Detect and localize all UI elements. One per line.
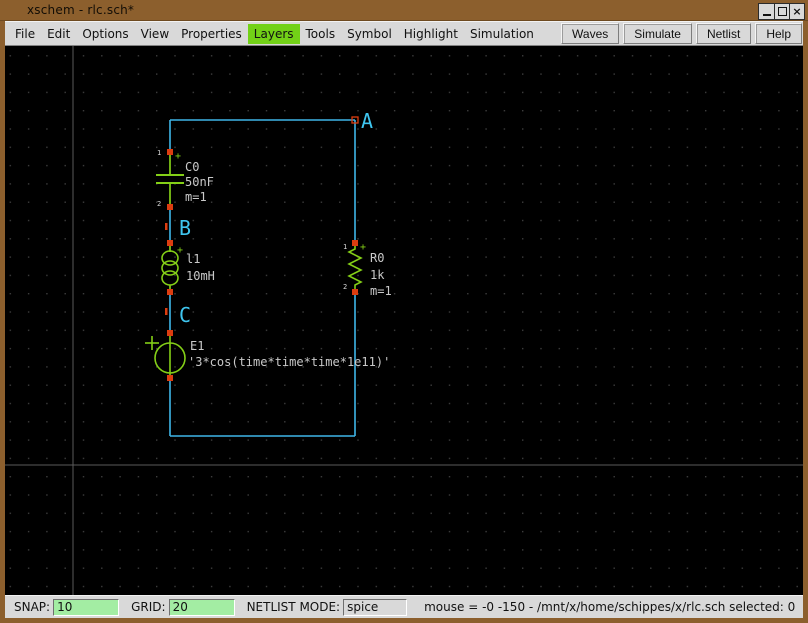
- capacitor-pin1-number: 1: [157, 149, 161, 157]
- menu-simulation[interactable]: Simulation: [464, 24, 540, 44]
- maximize-icon: [777, 7, 787, 16]
- inductor-pin2-marker: [167, 289, 173, 295]
- waves-button[interactable]: Waves: [561, 23, 620, 44]
- grid-dots: [5, 46, 803, 595]
- grid-label: GRID:: [131, 600, 166, 614]
- menu-highlight[interactable]: Highlight: [398, 24, 464, 44]
- capacitor-mult-label: m=1: [185, 190, 207, 204]
- resistor-pin1-marker: [352, 240, 358, 246]
- maximize-button[interactable]: [774, 4, 789, 19]
- minimize-icon: [762, 8, 771, 16]
- node-label-b[interactable]: B: [179, 216, 191, 240]
- menu-edit[interactable]: Edit: [41, 24, 76, 44]
- menu-view[interactable]: View: [135, 24, 175, 44]
- capacitor-pin1-marker: [167, 149, 173, 155]
- mouse-status-text: mouse = -0 -150 - /mnt/x/home/schippes/x…: [424, 600, 796, 614]
- capacitor-pin2-number: 2: [157, 200, 161, 208]
- inductor-plus-sign: +: [177, 245, 183, 256]
- source-pin1-marker: [167, 330, 173, 336]
- simulate-button[interactable]: Simulate: [623, 23, 692, 44]
- source-value-label: '3*cos(time*time*time*1e11)': [188, 355, 390, 369]
- node-c-attach-marker: [165, 308, 168, 315]
- node-label-c[interactable]: C: [179, 303, 191, 327]
- snap-label: SNAP:: [14, 600, 51, 614]
- resistor-plus-sign: +: [360, 242, 366, 253]
- titlebar[interactable]: xschem - rlc.sch* ×: [0, 0, 808, 21]
- close-button[interactable]: ×: [789, 4, 804, 19]
- capacitor-plus-sign: +: [175, 151, 181, 162]
- menu-items: File Edit Options View Properties Layers…: [5, 23, 540, 44]
- minimize-button[interactable]: [759, 4, 774, 19]
- resistor-mult-label: m=1: [370, 284, 392, 298]
- schematic-canvas[interactable]: 1 2 + C0 50nF m=1 B + l1 10mH C E1 '3*co…: [5, 46, 803, 595]
- window-title: xschem - rlc.sch*: [27, 3, 135, 17]
- capacitor-name-label: C0: [185, 160, 199, 174]
- menu-layers[interactable]: Layers: [247, 23, 300, 44]
- menu-file[interactable]: File: [9, 24, 41, 44]
- node-label-a[interactable]: A: [361, 109, 373, 133]
- toolbar-buttons: Waves Simulate Netlist Help: [557, 23, 802, 44]
- node-b-attach-marker: [165, 223, 168, 230]
- netlist-button[interactable]: Netlist: [695, 23, 752, 44]
- resistor-pin1-number: 1: [343, 243, 347, 251]
- resistor-value-label: 1k: [370, 268, 385, 282]
- help-button[interactable]: Help: [755, 23, 802, 44]
- menu-symbol[interactable]: Symbol: [341, 24, 398, 44]
- statusbar: SNAP: GRID: NETLIST MODE: mouse = -0 -15…: [5, 595, 803, 618]
- menubar: File Edit Options View Properties Layers…: [5, 21, 803, 46]
- capacitor-value-label: 50nF: [185, 175, 214, 189]
- xschem-window: xschem - rlc.sch* × File Edit Options Vi…: [0, 0, 808, 623]
- source-name-label: E1: [190, 339, 204, 353]
- inductor-pin1-marker: [167, 240, 173, 246]
- schematic-svg[interactable]: 1 2 + C0 50nF m=1 B + l1 10mH C E1 '3*co…: [5, 46, 803, 595]
- resistor-pin2-number: 2: [343, 283, 347, 291]
- grid-input[interactable]: [168, 598, 235, 616]
- window-controls: ×: [758, 3, 805, 20]
- close-icon: ×: [792, 4, 802, 18]
- menu-tools[interactable]: Tools: [300, 24, 342, 44]
- snap-input[interactable]: [53, 598, 120, 616]
- menu-options[interactable]: Options: [76, 24, 134, 44]
- inductor-name-label: l1: [186, 252, 200, 266]
- netlist-mode-label: NETLIST MODE:: [246, 600, 341, 614]
- resistor-name-label: R0: [370, 251, 384, 265]
- inductor-value-label: 10mH: [186, 269, 215, 283]
- capacitor-pin2-marker: [167, 204, 173, 210]
- menu-properties[interactable]: Properties: [175, 24, 248, 44]
- source-pin2-marker: [167, 375, 173, 381]
- resistor-pin2-marker: [352, 289, 358, 295]
- netlist-mode-input[interactable]: [343, 598, 408, 616]
